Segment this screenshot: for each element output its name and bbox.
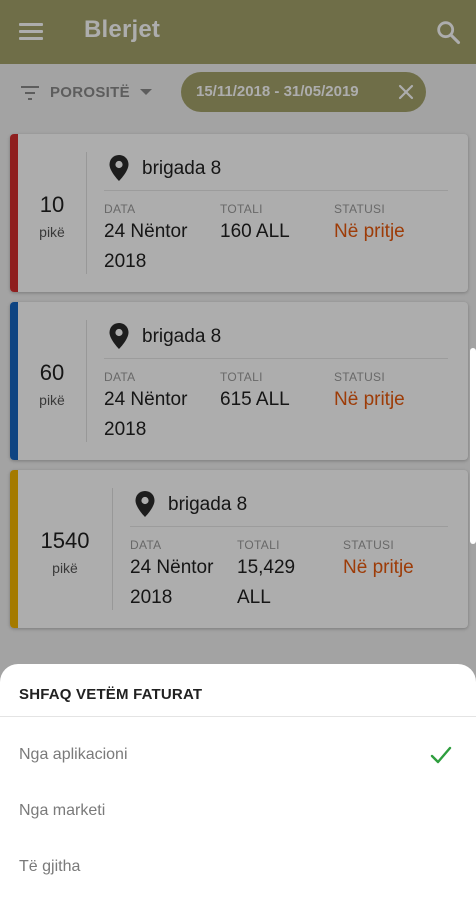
option-all[interactable]: Të gjitha [0, 840, 476, 896]
invoice-filter-sheet: SHFAQ VETËM FATURAT Nga aplikacioni Nga … [0, 664, 476, 900]
option-from-market[interactable]: Nga marketi [0, 784, 476, 840]
option-label: Nga marketi [19, 802, 106, 819]
option-from-app[interactable]: Nga aplikacioni [0, 728, 476, 784]
option-label: Nga aplikacioni [19, 746, 128, 763]
divider [0, 716, 476, 717]
option-label: Të gjitha [19, 858, 81, 875]
scrollbar-thumb[interactable] [470, 348, 476, 544]
sheet-title: SHFAQ VETËM FATURAT [19, 686, 203, 703]
checkmark-icon [430, 746, 452, 764]
